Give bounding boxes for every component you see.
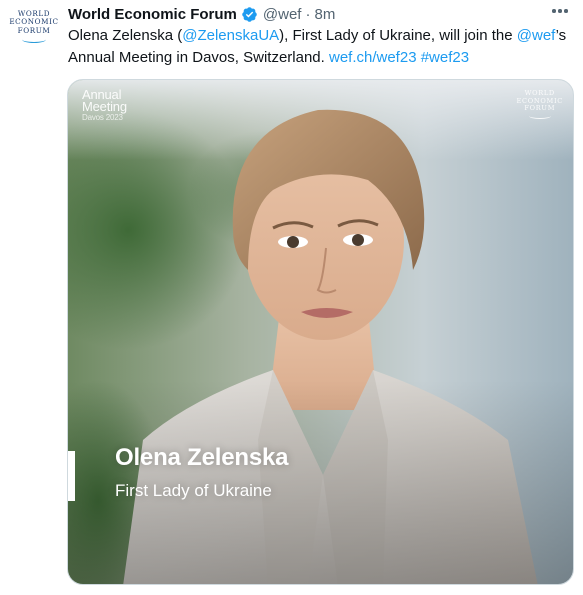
caption-person-name: Olena Zelenska	[115, 444, 289, 471]
avatar-logo-arc	[22, 36, 46, 44]
caption-person-title: First Lady of Ukraine	[115, 481, 272, 500]
tweet-text-part: Olena Zelenska (	[68, 27, 183, 44]
wef-logo-line: FORUM	[524, 104, 556, 113]
mention-link-zelenskaua[interactable]: @ZelenskaUA	[182, 27, 279, 44]
tweet: WORLD ECONOMIC FORUM World Economic Foru…	[0, 0, 583, 595]
hashtag-link[interactable]: #wef23	[421, 49, 469, 66]
event-label: Annual Meeting Davos 2023	[82, 88, 127, 123]
tweet-header: World Economic Forum @wef · 8m	[68, 3, 573, 25]
url-link[interactable]: wef.ch/wef23	[329, 49, 417, 66]
event-sublabel: Davos 2023	[82, 113, 123, 122]
author-name[interactable]: World Economic Forum	[68, 6, 237, 23]
author-handle[interactable]: @wef	[263, 6, 302, 23]
wef-logo: WORLD ECONOMIC FORUM	[517, 89, 563, 119]
separator-dot: ·	[305, 5, 311, 23]
tweet-timestamp[interactable]: 8m	[314, 6, 335, 23]
tweet-media-image[interactable]: Annual Meeting Davos 2023 WORLD ECONOMIC…	[67, 79, 574, 585]
caption-accent-bar	[68, 451, 75, 501]
author-avatar[interactable]: WORLD ECONOMIC FORUM	[6, 9, 62, 54]
avatar-logo-line: FORUM	[17, 25, 51, 35]
tweet-text-part: ), First Lady of Ukraine, will join the	[279, 27, 517, 44]
verified-badge-icon	[241, 6, 258, 23]
event-label-line: Meeting	[82, 99, 127, 114]
wef-logo-arc	[528, 113, 551, 119]
portrait-photo	[68, 80, 573, 584]
mention-link-wef[interactable]: @wef	[517, 27, 556, 44]
tweet-text: Olena Zelenska (@ZelenskaUA), First Lady…	[68, 25, 568, 69]
more-options-icon[interactable]	[547, 0, 573, 22]
